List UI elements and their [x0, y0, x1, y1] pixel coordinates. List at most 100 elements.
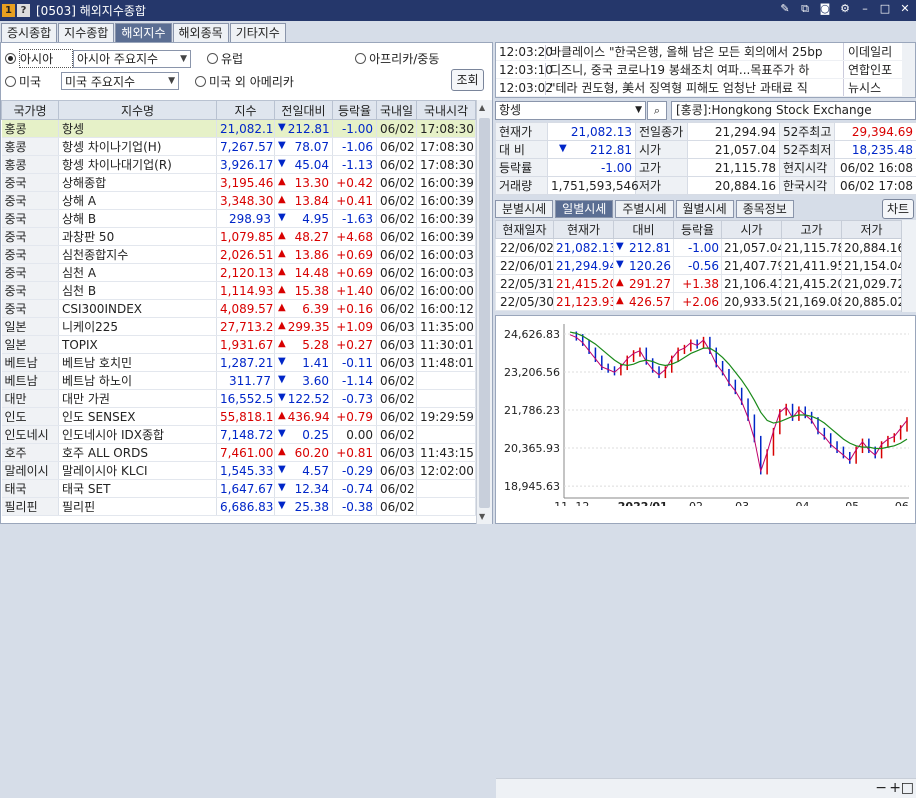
zoom-in-icon[interactable]: +: [889, 780, 901, 796]
index-name-cell: 상해종합: [59, 174, 217, 192]
rate-cell: -1.00: [674, 239, 722, 257]
scroll-up-icon[interactable]: ▲: [479, 103, 485, 112]
column-header[interactable]: 현재일자: [496, 221, 554, 239]
table-row[interactable]: 인도네시인도네시아 IDX종합7,148.72▼0.250.0006/02: [2, 426, 476, 444]
tab-weekly-prices[interactable]: 주별시세: [615, 200, 673, 218]
link-icon[interactable]: ⧉: [798, 2, 812, 16]
column-header[interactable]: 등락율: [333, 101, 377, 120]
table-row[interactable]: 일본TOPIX1,931.67▲5.28+0.2706/0311:30:01: [2, 336, 476, 354]
zoom-out-icon[interactable]: −: [875, 780, 887, 796]
close-icon[interactable]: ✕: [898, 2, 912, 16]
table-row[interactable]: 중국심천 A2,120.13▲14.48+0.6906/0216:00:03: [2, 264, 476, 282]
news-headline[interactable]: 바클레이스 "한국은행, 올해 남은 모든 회의에서 25bp: [546, 43, 843, 60]
americas-radio-label[interactable]: 미국 외 아메리카: [209, 73, 294, 90]
tab-index-overview[interactable]: 지수종합: [58, 23, 114, 42]
table-row[interactable]: 중국상해 B298.93▼4.95-1.6306/0216:00:39: [2, 210, 476, 228]
column-header[interactable]: 시가: [722, 221, 782, 239]
table-row[interactable]: 베트남베트남 하노이311.77▼3.60-1.1406/02: [2, 372, 476, 390]
column-header[interactable]: 저가: [842, 221, 902, 239]
europe-radio[interactable]: [207, 53, 218, 64]
date-cell: 06/02: [377, 174, 417, 192]
americas-radio[interactable]: [195, 76, 206, 87]
table-row[interactable]: 호주호주 ALL ORDS7,461.00▲60.20+0.8106/0311:…: [2, 444, 476, 462]
rate-cell: -1.06: [333, 138, 377, 156]
news-row[interactable]: 12:03:02"테라 권도형, 美서 징역형 피해도 엄청난 과태료 직뉴시스: [496, 79, 915, 97]
tab-monthly-prices[interactable]: 월별시세: [676, 200, 734, 218]
column-header[interactable]: 등락율: [674, 221, 722, 239]
daily-table-scrollbar[interactable]: [901, 220, 916, 312]
index-table-scrollbar[interactable]: ▲ ▼: [476, 100, 492, 524]
table-row[interactable]: 중국CSI300INDEX4,089.57▲6.39+0.1606/0216:0…: [2, 300, 476, 318]
table-row[interactable]: 대만대만 가권16,552.57▼122.52-0.7306/02: [2, 390, 476, 408]
africa-radio-label[interactable]: 아프리카/중동: [369, 50, 439, 67]
asia-index-select[interactable]: 아시아 주요지수▼: [73, 50, 191, 68]
table-row[interactable]: 22/05/3121,415.20▲291.27+1.3821,106.4121…: [496, 275, 902, 293]
table-row[interactable]: 일본니케이22527,713.23▲299.35+1.0906/0311:35:…: [2, 318, 476, 336]
column-header[interactable]: 전일대비: [275, 101, 333, 120]
help-icon[interactable]: ?: [17, 4, 30, 17]
scroll-thumb[interactable]: [479, 118, 490, 508]
table-row[interactable]: 필리핀필리핀6,686.83▼25.38-0.3806/02: [2, 498, 476, 516]
table-row[interactable]: 말레이시말레이시아 KLCI1,545.33▼4.57-0.2906/0312:…: [2, 462, 476, 480]
maximize-icon[interactable]: □: [878, 2, 892, 16]
tab-daily-prices[interactable]: 일별시세: [555, 200, 613, 218]
gear-icon[interactable]: ⚙: [838, 2, 852, 16]
table-row[interactable]: 홍콩항셍 차이나기업(H)7,267.57▼78.07-1.0606/0217:…: [2, 138, 476, 156]
column-header[interactable]: 국가명: [2, 101, 59, 120]
news-headline[interactable]: 디즈니, 중국 코로나19 봉쇄조치 여파...목표주가 하: [546, 61, 843, 78]
tab-other-index[interactable]: 기타지수: [230, 23, 286, 42]
column-header[interactable]: 대비: [614, 221, 674, 239]
chevron-down-icon[interactable]: ▼: [635, 102, 645, 119]
tab-market-overview[interactable]: 증시종합: [1, 23, 57, 42]
table-row[interactable]: 베트남베트남 호치민1,287.21▼1.41-0.1106/0311:48:0…: [2, 354, 476, 372]
table-row[interactable]: 중국심천종합지수2,026.51▲13.86+0.6906/0216:00:03: [2, 246, 476, 264]
news-row[interactable]: 12:03:10디즈니, 중국 코로나19 봉쇄조치 여파...목표주가 하연합…: [496, 61, 915, 79]
scroll-down-icon[interactable]: ▼: [479, 512, 485, 521]
column-header[interactable]: 고가: [782, 221, 842, 239]
column-header[interactable]: 국내시각: [417, 101, 476, 120]
current-price: 21,082.13: [548, 123, 636, 141]
window-number-badge[interactable]: 1: [2, 4, 15, 17]
news-headline[interactable]: "테라 권도형, 美서 징역형 피해도 엄청난 과태료 직: [546, 79, 843, 96]
us-index-select[interactable]: 미국 주요지수▼: [61, 72, 179, 90]
table-row[interactable]: 중국심천 B1,114.93▲15.38+1.4006/0216:00:00: [2, 282, 476, 300]
asia-radio-label[interactable]: 아시아: [19, 49, 73, 68]
index-search-input[interactable]: 항셍 ▼: [495, 101, 646, 120]
memo-icon[interactable]: ✎: [778, 2, 792, 16]
table-row[interactable]: 22/06/0221,082.13▼212.81-1.0021,057.0421…: [496, 239, 902, 257]
news-scrollbar[interactable]: [902, 43, 915, 97]
low-52w: 18,235.48: [835, 141, 916, 159]
table-row[interactable]: 22/06/0121,294.94▼120.26-0.5621,407.7921…: [496, 257, 902, 275]
table-row[interactable]: 태국태국 SET1,647.67▼12.34-0.7406/02: [2, 480, 476, 498]
search-icon[interactable]: ⌕: [647, 101, 667, 120]
news-row[interactable]: 12:03:20바클레이스 "한국은행, 올해 남은 모든 회의에서 25bp이…: [496, 43, 915, 61]
camera-icon[interactable]: ◙: [818, 2, 832, 16]
tab-minute-prices[interactable]: 분별시세: [495, 200, 553, 218]
column-header[interactable]: 지수: [217, 101, 275, 120]
index-name-cell: 필리핀: [59, 498, 217, 516]
tab-stock-info[interactable]: 종목정보: [736, 200, 794, 218]
table-row[interactable]: 인도인도 SENSEX55,818.11▲436.94+0.7906/0219:…: [2, 408, 476, 426]
table-row[interactable]: 22/05/3021,123.93▲426.57+2.0620,933.5021…: [496, 293, 902, 311]
table-row[interactable]: 중국과창판 501,079.85▲48.27+4.6806/0216:00:39: [2, 228, 476, 246]
index-name-cell: CSI300INDEX: [59, 300, 217, 318]
minimize-icon[interactable]: –: [858, 2, 872, 16]
europe-radio-label[interactable]: 유럽: [221, 50, 243, 67]
chart-zoom-bar[interactable]: − + □: [496, 778, 916, 798]
column-header[interactable]: 현재가: [554, 221, 614, 239]
table-row[interactable]: 홍콩항셍21,082.13▼212.81-1.0006/0217:08:30: [2, 120, 476, 138]
table-row[interactable]: 중국상해종합3,195.46▲13.30+0.4206/0216:00:39: [2, 174, 476, 192]
reset-zoom-icon[interactable]: □: [901, 780, 914, 796]
asia-radio[interactable]: [5, 53, 16, 64]
table-row[interactable]: 홍콩항셍 차이나대기업(R)3,926.17▼45.04-1.1306/0217…: [2, 156, 476, 174]
tab-overseas-stocks[interactable]: 해외종목: [173, 23, 229, 42]
column-header[interactable]: 지수명: [59, 101, 217, 120]
africa-radio[interactable]: [355, 53, 366, 64]
search-button[interactable]: 조회: [451, 69, 484, 91]
chart-button[interactable]: 차트: [882, 199, 914, 219]
us-radio[interactable]: [5, 76, 16, 87]
column-header[interactable]: 국내일: [377, 101, 417, 120]
us-radio-label[interactable]: 미국: [19, 73, 61, 90]
table-row[interactable]: 중국상해 A3,348.30▲13.84+0.4106/0216:00:39: [2, 192, 476, 210]
tab-overseas-index[interactable]: 해외지수: [115, 23, 171, 42]
